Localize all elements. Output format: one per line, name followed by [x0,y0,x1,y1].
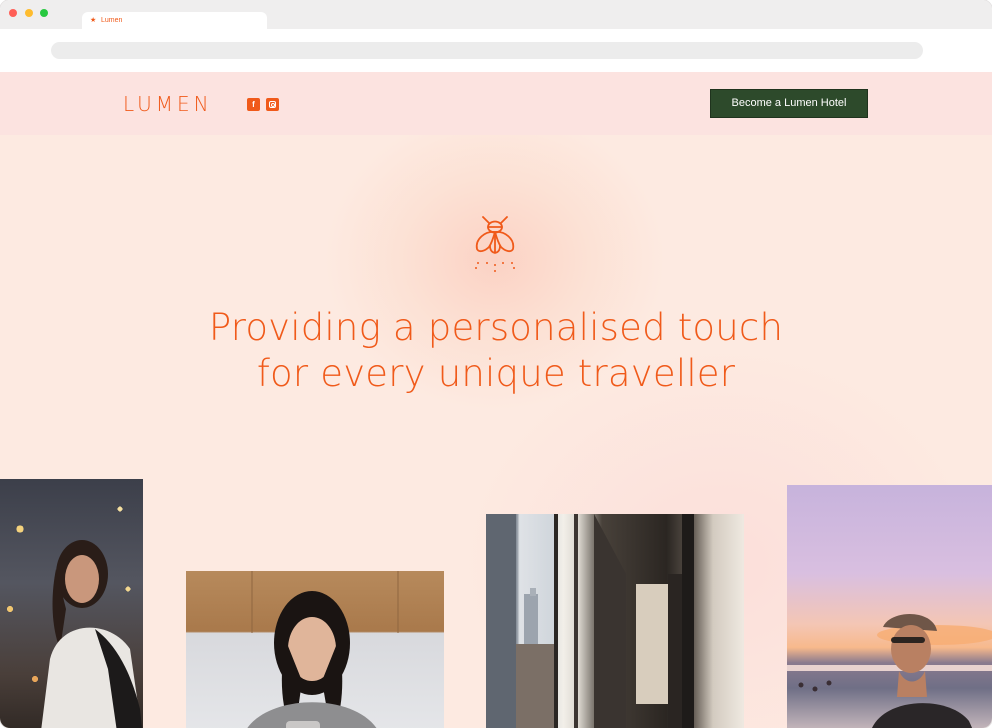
site-header: LUMEN f Become a Lumen Hotel [0,72,992,135]
lumen-bug-icon: ★ [90,17,97,24]
maximize-window-button[interactable] [40,9,48,17]
hero-section: Providing a personalised touch for every… [0,135,992,728]
site-logo[interactable]: LUMEN [123,92,213,116]
photo-woman-phone [186,571,444,728]
hero-headline-line-2: for every unique traveller [256,352,736,395]
address-bar[interactable] [51,42,923,59]
woman-silhouette [41,540,142,728]
browser-tab[interactable]: ★ Lumen [82,12,267,29]
man-beach-silhouette [787,613,992,728]
close-window-button[interactable] [9,9,17,17]
tab-title: Lumen [100,17,123,24]
photo-woman-city-night [0,479,143,728]
instagram-icon[interactable] [266,98,279,111]
firefly-icon [475,216,515,272]
photo-man-beach-sunset [787,485,992,728]
corridor-scene [486,514,694,728]
hero-headline-line-1: Providing a personalised touch [208,306,784,349]
hero-headline: Providing a personalised touch for every… [150,305,842,397]
woman-phone-silhouette [247,571,399,728]
browser-toolbar [0,29,992,72]
browser-titlebar: ★ Lumen [0,0,992,29]
minimize-window-button[interactable] [25,9,33,17]
photo-hotel-corridor [486,514,744,728]
facebook-icon[interactable]: f [247,98,260,111]
browser-window: ★ Lumen LUMEN f Become a Lumen Hotel Pro… [0,0,992,728]
become-lumen-hotel-button[interactable]: Become a Lumen Hotel [710,89,868,118]
